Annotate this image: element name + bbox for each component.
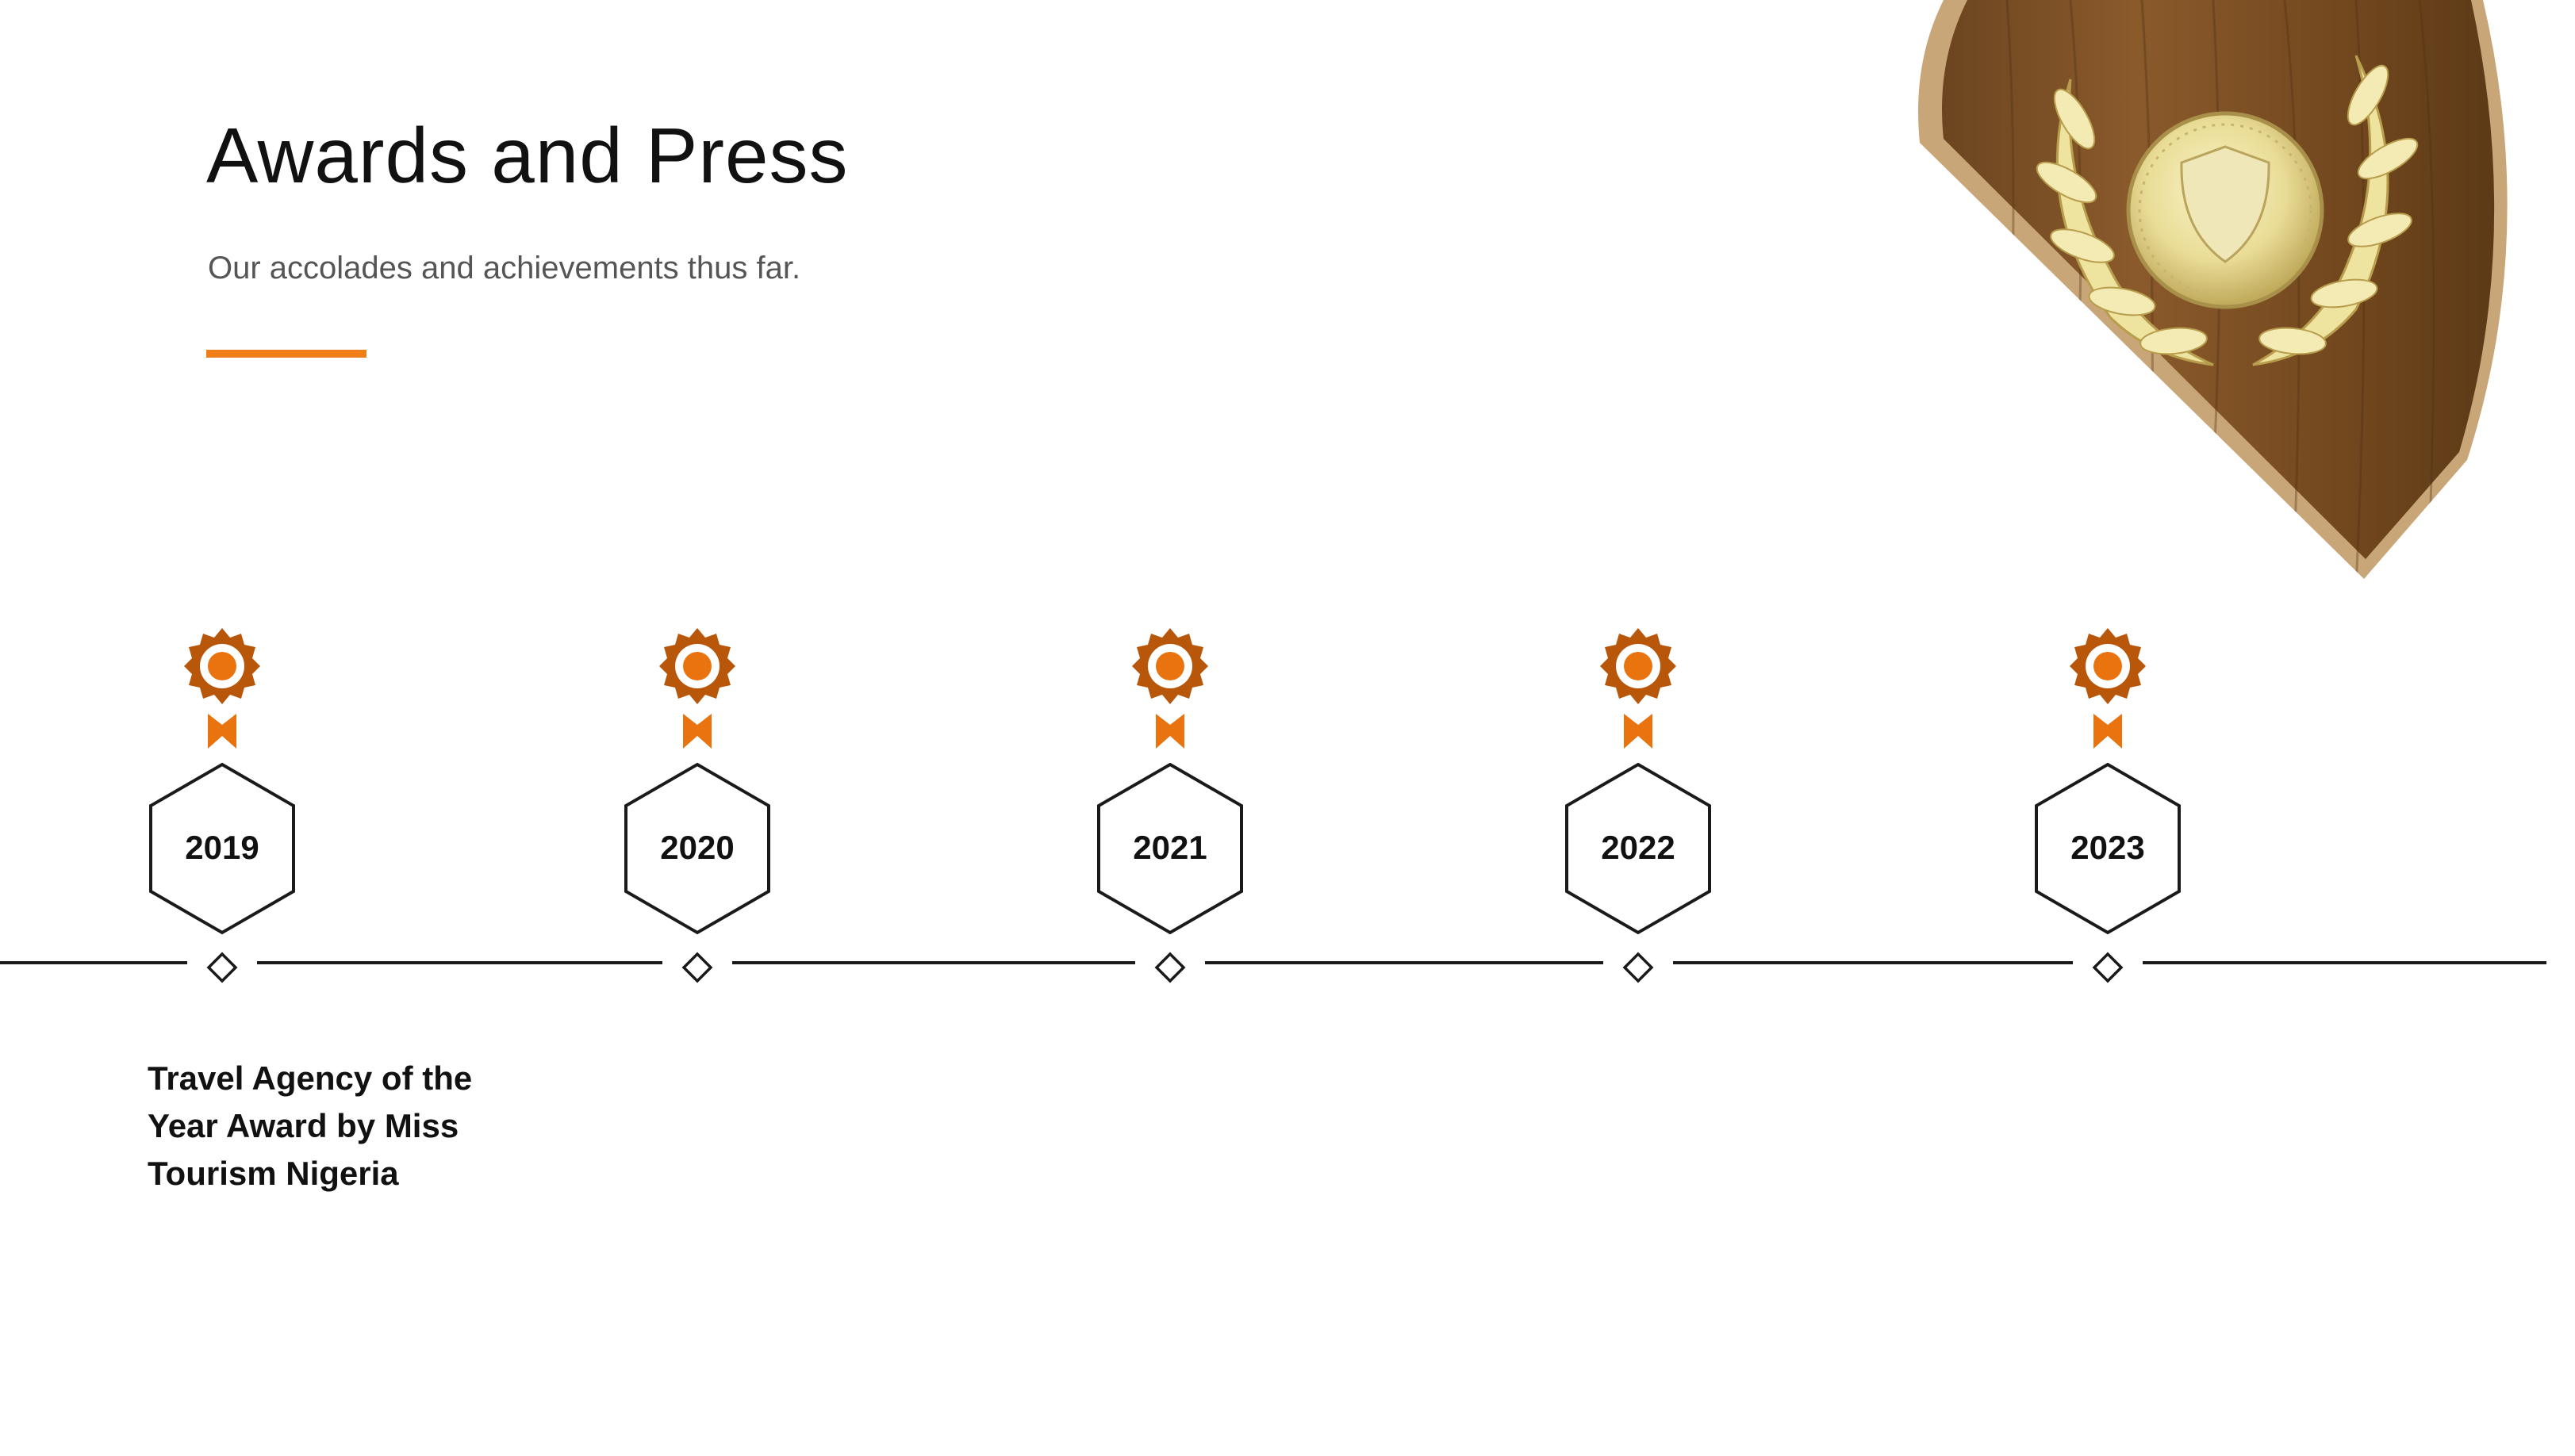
award-ribbon-icon bbox=[1600, 628, 1676, 749]
award-ribbon-icon bbox=[659, 628, 735, 749]
accent-divider bbox=[206, 350, 366, 358]
award-description: Travel Agency of the Year Award by Miss … bbox=[148, 1059, 473, 1192]
award-ribbon-icon bbox=[184, 628, 260, 749]
timeline-marker bbox=[681, 952, 713, 983]
year-label: 2023 bbox=[2070, 829, 2145, 866]
milestone-2020: 2020 bbox=[618, 619, 777, 983]
year-label: 2020 bbox=[660, 829, 735, 866]
award-ribbon-icon bbox=[2070, 628, 2146, 749]
year-label: 2021 bbox=[1133, 829, 1207, 866]
award-ribbon-icon bbox=[1132, 628, 1208, 749]
milestone-2023: 2023 bbox=[2028, 619, 2187, 983]
timeline-marker bbox=[1622, 952, 1654, 983]
award-plaque-image bbox=[1918, 0, 2508, 579]
page-subtitle: Our accolades and achievements thus far. bbox=[208, 251, 801, 285]
milestone-2019: 2019 bbox=[143, 619, 301, 983]
milestone-2021: 2021 bbox=[1091, 619, 1249, 983]
timeline-marker bbox=[2092, 952, 2124, 983]
year-label: 2022 bbox=[1601, 829, 1675, 866]
timeline-marker bbox=[206, 952, 238, 983]
page-title: Awards and Press bbox=[206, 112, 849, 199]
year-label: 2019 bbox=[185, 829, 259, 866]
timeline-marker bbox=[1154, 952, 1186, 983]
milestone-2022: 2022 bbox=[1559, 619, 1717, 983]
